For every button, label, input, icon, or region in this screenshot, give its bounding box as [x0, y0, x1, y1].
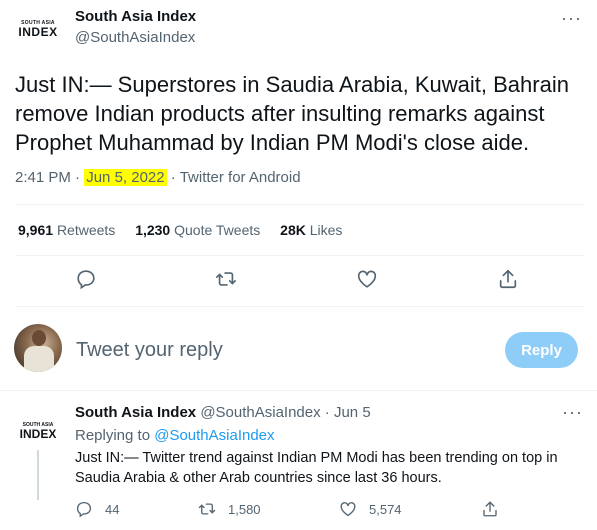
reply-button[interactable]: Reply: [505, 332, 578, 368]
quotes-count: 1,230: [135, 222, 171, 238]
tweet-actions: 44 1,580 5,574: [75, 498, 585, 522]
retweets-count: 9,961: [18, 222, 54, 238]
author-name[interactable]: South Asia Index: [75, 404, 196, 421]
tweet-stats: 9,961 Retweets 1,230 Quote Tweets 28K Li…: [18, 222, 358, 238]
meta-separator: ·: [70, 169, 85, 186]
divider: [15, 255, 585, 256]
more-options-icon[interactable]: ···: [562, 402, 583, 423]
like-icon: [340, 502, 356, 517]
tweet-text: Just IN:— Superstores in Saudia Arabia, …: [15, 72, 569, 155]
reply-input[interactable]: Tweet your reply: [76, 339, 223, 362]
tweet-source[interactable]: Twitter for Android: [180, 169, 301, 186]
tweet-time[interactable]: 2:41 PM: [15, 169, 71, 186]
retweet-icon: [198, 503, 216, 515]
reply-tweet[interactable]: SOUTH ASIA INDEX South Asia Index @South…: [0, 392, 597, 530]
user-avatar[interactable]: [14, 324, 62, 372]
divider: [15, 306, 585, 307]
tweet-date[interactable]: Jun 5, 2022: [84, 169, 167, 186]
divider: [0, 390, 597, 391]
share-icon[interactable]: [497, 268, 521, 292]
more-options-icon[interactable]: ···: [561, 8, 582, 29]
divider: [15, 204, 585, 205]
tweet-date[interactable]: Jun 5: [334, 404, 371, 421]
tweet-actions: [15, 262, 585, 298]
like-action[interactable]: 5,574: [339, 500, 402, 518]
author-handle[interactable]: @SouthAsiaIndex: [200, 404, 320, 421]
avatar-body: [24, 346, 54, 372]
retweet-action[interactable]: 1,580: [198, 500, 261, 518]
likes-stat[interactable]: 28K Likes: [280, 222, 342, 238]
thread-line: [37, 450, 39, 500]
retweet-count: 1,580: [228, 501, 261, 517]
retweets-stat[interactable]: 9,961 Retweets: [18, 222, 115, 238]
author-handle[interactable]: @SouthAsiaIndex: [75, 29, 195, 46]
reply-count: 44: [105, 501, 120, 517]
reply-icon[interactable]: [75, 268, 99, 292]
replying-to-link[interactable]: @SouthAsiaIndex: [154, 427, 274, 444]
avatar-face: [32, 330, 46, 346]
tweet-author-row: SOUTH ASIA INDEX South Asia Index @South…: [16, 8, 586, 48]
retweet-icon[interactable]: [215, 268, 239, 292]
reply-icon: [76, 501, 92, 518]
reply-tweet-header: South Asia Index @SouthAsiaIndex · Jun 5: [75, 404, 371, 421]
logo-big-text: INDEX: [18, 25, 58, 39]
share-icon: [483, 501, 497, 517]
meta-separator: ·: [320, 404, 334, 421]
south-asia-index-logo[interactable]: SOUTH ASIA INDEX: [16, 416, 60, 446]
author-name[interactable]: South Asia Index: [75, 8, 196, 25]
reply-action[interactable]: 44: [75, 500, 119, 518]
meta-separator: ·: [166, 169, 180, 186]
replying-prefix: Replying to: [75, 427, 155, 444]
quote-tweets-stat[interactable]: 1,230 Quote Tweets: [135, 222, 260, 238]
tweet-text: Just IN:— Twitter trend against Indian P…: [75, 450, 558, 486]
reply-composer: Tweet your reply Reply: [0, 316, 597, 382]
like-count: 5,574: [369, 501, 402, 517]
share-action[interactable]: [481, 500, 511, 518]
south-asia-index-logo[interactable]: SOUTH ASIA INDEX: [16, 14, 60, 44]
quotes-label: Quote Tweets: [174, 222, 261, 238]
logo-big-text: INDEX: [19, 427, 57, 441]
likes-label: Likes: [309, 222, 343, 238]
like-icon[interactable]: [356, 268, 380, 292]
tweet-meta: 2:41 PM · Jun 5, 2022 · Twitter for Andr…: [15, 169, 301, 186]
likes-count: 28K: [280, 222, 306, 238]
retweets-label: Retweets: [56, 222, 116, 238]
replying-to: Replying to @SouthAsiaIndex: [75, 427, 275, 444]
